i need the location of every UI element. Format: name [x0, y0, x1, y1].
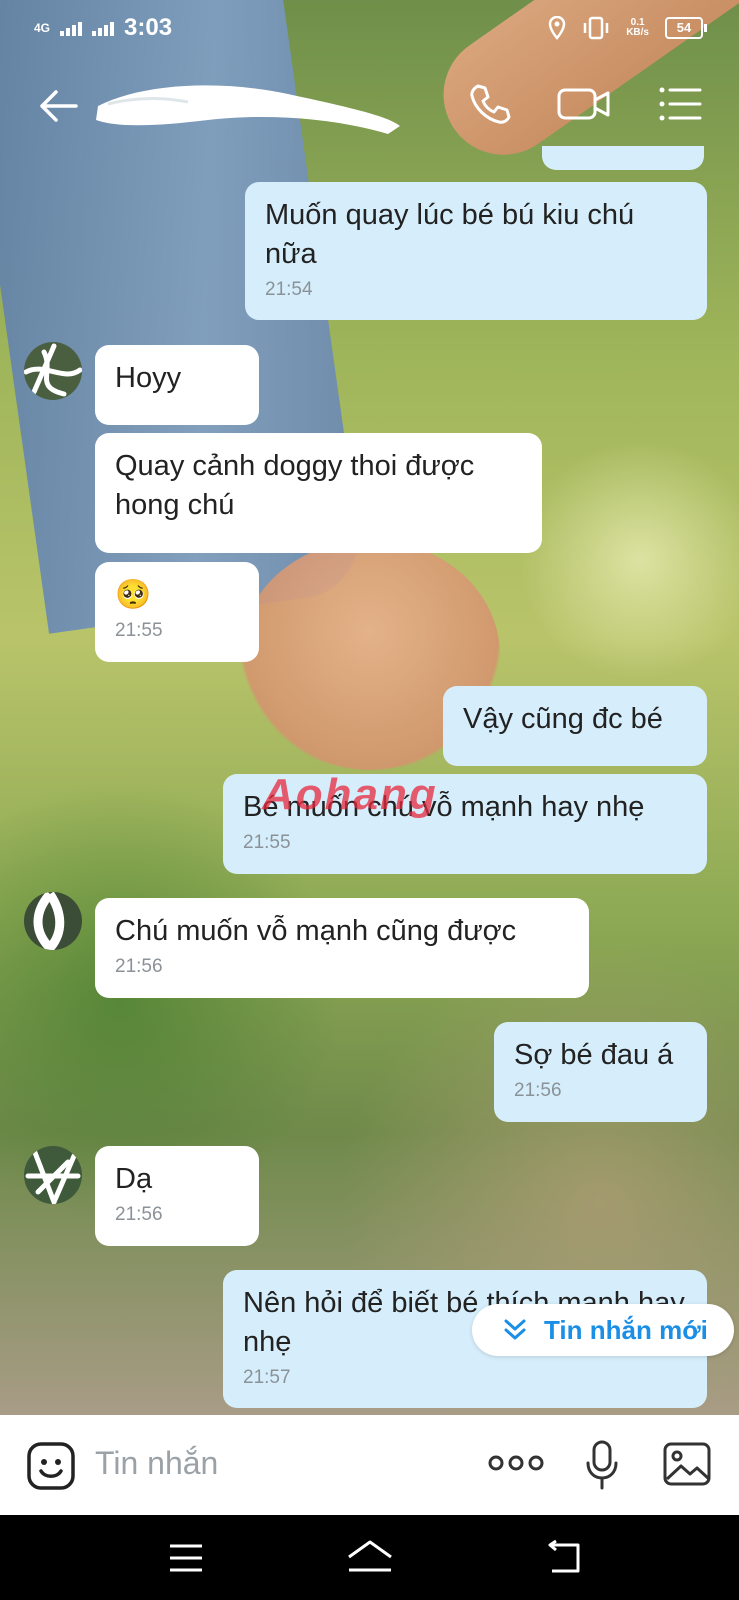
- message-text: Dạ: [115, 1163, 153, 1195]
- image-gallery-icon[interactable]: [662, 1441, 712, 1487]
- sticker-icon[interactable]: [26, 1441, 76, 1491]
- message-text: Quay cảnh doggy thoi được hong chú: [115, 450, 475, 521]
- message-bubble[interactable]: Hoyy: [95, 345, 259, 425]
- redacted-contact-name[interactable]: [88, 76, 408, 136]
- chat-header: [0, 58, 739, 158]
- message-time: 21:55: [243, 832, 291, 853]
- avatar[interactable]: [24, 892, 82, 950]
- watermark: Aohang: [262, 770, 438, 819]
- video-call-icon[interactable]: [556, 80, 612, 128]
- new-messages-button[interactable]: Tin nhắn mới: [472, 1304, 734, 1356]
- message-bubble[interactable]: 🥺 21:55: [95, 562, 259, 662]
- message-bubble[interactable]: Dạ 21:56: [95, 1146, 259, 1246]
- message-text: Sợ bé đau á: [514, 1039, 674, 1071]
- message-time: 21:56: [514, 1080, 562, 1101]
- avatar[interactable]: [24, 342, 82, 400]
- recent-apps-icon[interactable]: [168, 1543, 204, 1573]
- avatar-scribble: [25, 1147, 81, 1204]
- message-composer: Tin nhắn: [0, 1415, 739, 1515]
- vibrate-icon: [583, 16, 609, 40]
- phone-call-icon[interactable]: [466, 80, 514, 128]
- clock: 3:03: [124, 14, 173, 41]
- signal-icon: [60, 20, 83, 36]
- microphone-icon[interactable]: [584, 1439, 620, 1491]
- more-options-icon[interactable]: [488, 1453, 544, 1473]
- system-nav-bar: [0, 1515, 739, 1600]
- double-chevron-down-icon: [504, 1319, 526, 1340]
- speed-unit: KB/s: [626, 27, 649, 38]
- location-icon: [548, 16, 566, 40]
- message-bubble[interactable]: Vậy cũng đc bé: [443, 686, 707, 766]
- message-time: 21:54: [265, 279, 313, 300]
- menu-icon[interactable]: [656, 80, 704, 128]
- network-type: 4G: [34, 21, 51, 35]
- message-bubble[interactable]: Muốn quay lúc bé bú kiu chú nữa 21:54: [245, 182, 707, 320]
- message-bubble[interactable]: Sợ bé đau á 21:56: [494, 1022, 707, 1122]
- back-nav-icon[interactable]: [542, 1539, 582, 1575]
- home-icon[interactable]: [346, 1539, 394, 1573]
- battery-icon: 54: [665, 17, 707, 39]
- network-speed: 0.1 KB/s: [626, 18, 649, 38]
- avatar-scribble: [24, 343, 82, 397]
- signal-2-icon: [92, 20, 115, 36]
- message-text: Muốn quay lúc bé bú kiu chú nữa: [265, 199, 635, 270]
- message-text: 🥺: [115, 579, 152, 611]
- status-bar: 4G 3:03 0.1 KB/s 54: [0, 0, 739, 58]
- message-time: 21:55: [115, 620, 163, 641]
- previous-bubble-edge: [542, 146, 704, 170]
- message-bubble[interactable]: Quay cảnh doggy thoi được hong chú: [95, 433, 542, 553]
- message-input[interactable]: Tin nhắn: [95, 1445, 218, 1482]
- avatar-scribble: [33, 892, 65, 950]
- message-time: 21:56: [115, 956, 163, 977]
- avatar[interactable]: [24, 1146, 82, 1204]
- back-arrow-icon[interactable]: [36, 84, 80, 128]
- message-text: Vậy cũng đc bé: [463, 703, 663, 735]
- message-text: Hoyy: [115, 362, 182, 394]
- message-text: Chú muốn vỗ mạnh cũng được: [115, 915, 517, 947]
- new-messages-label: Tin nhắn mới: [544, 1314, 708, 1345]
- message-time: 21:56: [115, 1204, 163, 1225]
- message-bubble[interactable]: Chú muốn vỗ mạnh cũng được 21:56: [95, 898, 589, 998]
- message-time: 21:57: [243, 1367, 291, 1388]
